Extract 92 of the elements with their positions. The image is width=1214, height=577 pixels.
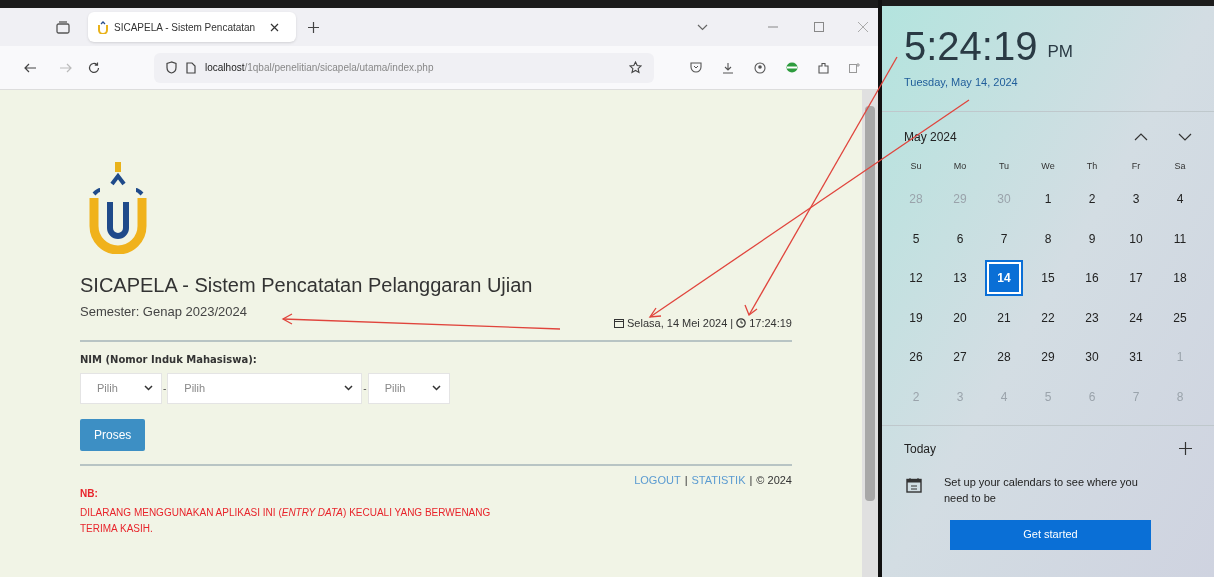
calendar-day[interactable]: 8 (1031, 222, 1065, 255)
agenda-heading: Today (904, 440, 937, 458)
calendar-icon (614, 318, 624, 329)
notice-text: TERIMA KASIH. (80, 522, 154, 536)
copyright-text: © 2024 (756, 472, 792, 488)
calendar-day[interactable]: 2 (1075, 183, 1109, 216)
dash-text: - (362, 381, 368, 396)
notice-text: DILARANG MENGGUNAKAN APLIKASI INI (ENTRY DATA) KECUALI YANG BERWENANG (80, 506, 492, 520)
calendar-day[interactable]: 24 (1119, 301, 1153, 334)
chevron-down-icon (144, 385, 153, 391)
close-icon[interactable] (270, 22, 279, 32)
calendar-day[interactable]: 4 (1163, 183, 1197, 216)
maximize-icon[interactable] (814, 22, 824, 32)
clock-time: 5:24:19 (904, 24, 1038, 68)
calendar-day[interactable]: 28 (987, 341, 1021, 374)
account-icon[interactable] (754, 61, 766, 74)
calendar-day[interactable]: 26 (899, 341, 933, 374)
notice-heading: NB: (80, 487, 99, 501)
weekday-label: Mo (953, 160, 967, 173)
scrollbar[interactable] (862, 90, 878, 577)
calendar-day[interactable]: 23 (1075, 301, 1109, 334)
calendar-day[interactable]: 15 (1031, 262, 1065, 295)
calendar-day[interactable]: 14 (987, 262, 1021, 295)
calendar-day[interactable]: 7 (987, 222, 1021, 255)
logo-icon (98, 20, 108, 34)
calendar-day[interactable]: 17 (1119, 262, 1153, 295)
separator-text: | (749, 472, 753, 488)
weekday-label: Tu (998, 160, 1010, 173)
weekday-label: Su (910, 160, 922, 173)
calendar-day[interactable]: 30 (1075, 341, 1109, 374)
page-title: SICAPELA - Sistem Pencatatan Pelanggaran Ujian (80, 273, 534, 298)
tab-title: SICAPELA - Sistem Pencatatan (114, 20, 257, 35)
chevron-down-icon[interactable] (1178, 133, 1192, 141)
star-icon[interactable] (629, 61, 642, 74)
chevron-down-icon[interactable] (697, 23, 708, 31)
shield-icon (166, 61, 177, 74)
address-bar[interactable]: localhost/1qbal/penelitian/sicapela/utama/index.php (154, 52, 654, 83)
calendar-day[interactable]: 19 (899, 301, 933, 334)
chevron-up-icon[interactable] (1134, 133, 1148, 141)
calendar-day[interactable]: 22 (1031, 301, 1065, 334)
calendar-day[interactable]: 1 (1031, 183, 1065, 216)
agenda-message: Set up your calendars to see where you need to be (944, 474, 1139, 506)
calendar-day[interactable]: 3 (1119, 183, 1153, 216)
am-pm-text: PM (1047, 40, 1073, 63)
calendar-day[interactable]: 27 (943, 341, 977, 374)
long-date-link[interactable]: Tuesday, May 14, 2024 (904, 74, 1192, 91)
add-icon[interactable] (1179, 442, 1192, 455)
calendar-day[interactable]: 9 (1075, 222, 1109, 255)
select-dropdown[interactable]: Pilih (367, 372, 450, 404)
calendar-day[interactable]: 6 (943, 222, 977, 255)
calendar-day[interactable]: 5 (899, 222, 933, 255)
time-text: 17:24:19 (749, 316, 792, 331)
extension-icon[interactable] (786, 62, 798, 73)
tab-list-icon[interactable] (56, 20, 70, 34)
calendar-day[interactable]: 16 (1075, 262, 1109, 295)
pocket-icon[interactable] (690, 62, 702, 73)
date-text: Selasa, 14 Mei 2024 (627, 316, 728, 331)
clock-icon (736, 318, 747, 329)
new-tab-icon[interactable] (308, 21, 319, 33)
select-dropdown[interactable]: Pilih (167, 372, 363, 404)
page-icon (186, 61, 196, 74)
calendar-day[interactable]: 29 (1031, 341, 1065, 374)
calendar-day[interactable]: 25 (1163, 301, 1197, 334)
calendar-day[interactable]: 10 (1119, 222, 1153, 255)
get-started-button[interactable]: Get started (950, 519, 1151, 550)
puzzle-icon[interactable] (818, 61, 829, 74)
separator-text: | (730, 316, 734, 331)
calendar-day[interactable]: 11 (1163, 222, 1197, 255)
semester-text: Semester: Genap 2023/2024 (80, 303, 247, 321)
chevron-down-icon (431, 385, 441, 391)
chevron-down-icon (344, 385, 354, 391)
download-icon[interactable] (722, 61, 734, 74)
separator-text: | (684, 472, 688, 488)
weekday-label: Fr (1131, 160, 1141, 173)
select-dropdown[interactable]: Pilih (80, 372, 162, 404)
dash-text: - (162, 381, 168, 396)
browser-tab[interactable]: SICAPELA - Sistem Pencatatan (88, 12, 296, 42)
calendar-day[interactable]: 13 (943, 262, 977, 295)
calendar-day[interactable]: 12 (899, 262, 933, 295)
nim-label: NIM (Nomor Induk Mahasiswa): (80, 352, 258, 367)
process-button[interactable]: Proses (80, 418, 146, 451)
calendar-day[interactable]: 20 (943, 301, 977, 334)
calendar-icon (906, 476, 922, 493)
calendar-day[interactable]: 18 (1163, 262, 1197, 295)
back-arrow-icon[interactable] (24, 62, 36, 73)
calendar-day[interactable]: 21 (987, 301, 1021, 334)
weekday-label: Th (1086, 160, 1098, 173)
weekday-label: We (1041, 160, 1055, 173)
reload-icon[interactable] (88, 61, 100, 74)
weekday-label: Sa (1174, 160, 1186, 173)
url-text: localhost/1qbal/penelitian/sicapela/utama/index.php (205, 61, 434, 75)
calendar-day[interactable]: 31 (1119, 341, 1153, 374)
